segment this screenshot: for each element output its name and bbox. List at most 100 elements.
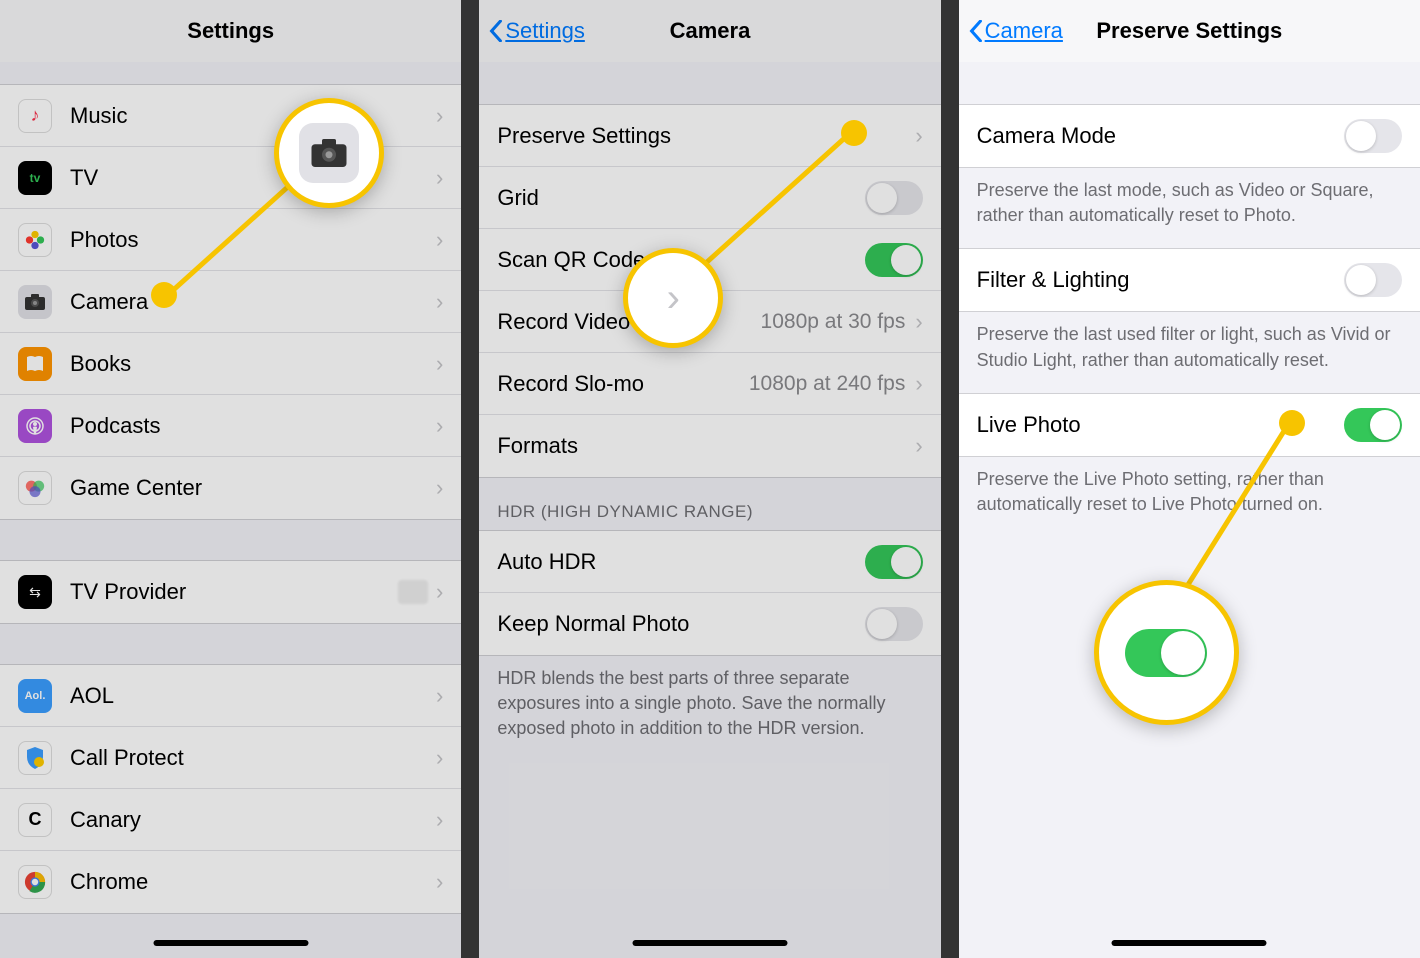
- camera-mode-toggle[interactable]: [1344, 119, 1402, 153]
- chevron-right-icon: ›: [436, 745, 443, 771]
- chevron-left-icon: [489, 20, 503, 42]
- section-header-hdr: HDR (HIGH DYNAMIC RANGE): [479, 478, 940, 530]
- label: Books: [70, 351, 436, 377]
- camera-icon: [25, 294, 45, 310]
- settings-item-music[interactable]: ♪ Music ›: [0, 85, 461, 147]
- callout-dot: [151, 282, 177, 308]
- settings-item-tvprovider[interactable]: ⇆ TV Provider ›: [0, 561, 461, 623]
- gamecenter-icon: [24, 477, 46, 499]
- chevron-right-icon: ›: [915, 433, 922, 459]
- label: Grid: [497, 185, 864, 211]
- home-indicator[interactable]: [1112, 940, 1267, 946]
- provider-value-redacted: [398, 580, 428, 604]
- live-photo-toggle[interactable]: [1344, 408, 1402, 442]
- grid-toggle[interactable]: [865, 181, 923, 215]
- label: Filter & Lighting: [977, 267, 1344, 293]
- preserve-settings-screen: Camera Preserve Settings Camera Mode Pre…: [959, 0, 1420, 958]
- row-grid[interactable]: Grid: [479, 167, 940, 229]
- chevron-right-icon: ›: [436, 289, 443, 315]
- row-formats[interactable]: Formats ›: [479, 415, 940, 477]
- camera-icon: [311, 139, 347, 167]
- settings-item-callprotect[interactable]: Call Protect ›: [0, 727, 461, 789]
- label: Music: [70, 103, 436, 129]
- chevron-right-icon: ›: [915, 371, 922, 397]
- podcast-icon: [25, 416, 45, 436]
- label: Auto HDR: [497, 549, 864, 575]
- label: Chrome: [70, 869, 436, 895]
- settings-item-podcasts[interactable]: Podcasts ›: [0, 395, 461, 457]
- back-label: Camera: [985, 18, 1063, 44]
- chevron-right-icon: ›: [436, 475, 443, 501]
- book-icon: [25, 354, 45, 374]
- label: Camera Mode: [977, 123, 1344, 149]
- navbar: Settings Camera: [479, 0, 940, 62]
- label: Camera: [70, 289, 436, 315]
- home-indicator[interactable]: [153, 940, 308, 946]
- label: Podcasts: [70, 413, 436, 439]
- label: Formats: [497, 433, 915, 459]
- chevron-right-icon: ›: [436, 351, 443, 377]
- keep-normal-toggle[interactable]: [865, 607, 923, 641]
- back-label: Settings: [505, 18, 585, 44]
- scan-qr-toggle[interactable]: [865, 243, 923, 277]
- callout-chevron: ›: [623, 248, 723, 348]
- filter-lighting-desc: Preserve the last used filter or light, …: [959, 312, 1420, 392]
- row-preserve-settings[interactable]: Preserve Settings ›: [479, 105, 940, 167]
- live-photo-desc: Preserve the Live Photo setting, rather …: [959, 457, 1420, 537]
- back-button[interactable]: Settings: [489, 18, 585, 44]
- row-keep-normal[interactable]: Keep Normal Photo: [479, 593, 940, 655]
- chevron-right-icon: ›: [436, 413, 443, 439]
- chevron-right-icon: ›: [436, 103, 443, 129]
- settings-item-gamecenter[interactable]: Game Center ›: [0, 457, 461, 519]
- callout-camera-icon: [274, 98, 384, 208]
- chevron-right-icon: ›: [436, 165, 443, 191]
- chevron-right-icon: ›: [915, 309, 922, 335]
- chrome-icon: [24, 871, 46, 893]
- row-auto-hdr[interactable]: Auto HDR: [479, 531, 940, 593]
- camera-settings-screen: Settings Camera Preserve Settings › Grid…: [479, 0, 940, 958]
- label: Game Center: [70, 475, 436, 501]
- back-button[interactable]: Camera: [969, 18, 1063, 44]
- label: Record Slo-mo: [497, 371, 749, 397]
- callout-toggle: [1094, 580, 1239, 725]
- row-filter-lighting[interactable]: Filter & Lighting: [959, 249, 1420, 311]
- detail-value: 1080p at 240 fps: [749, 372, 905, 396]
- settings-item-books[interactable]: Books ›: [0, 333, 461, 395]
- row-live-photo[interactable]: Live Photo: [959, 394, 1420, 456]
- label: Keep Normal Photo: [497, 611, 864, 637]
- row-camera-mode[interactable]: Camera Mode: [959, 105, 1420, 167]
- home-indicator[interactable]: [632, 940, 787, 946]
- callout-dot: [1279, 410, 1305, 436]
- settings-screen: Settings ♪ Music › tv TV › Photos › Came…: [0, 0, 461, 958]
- hdr-footer-text: HDR blends the best parts of three separ…: [479, 656, 940, 762]
- settings-item-aol[interactable]: Aol. AOL ›: [0, 665, 461, 727]
- navbar: Camera Preserve Settings: [959, 0, 1420, 62]
- auto-hdr-toggle[interactable]: [865, 545, 923, 579]
- photos-icon: [24, 229, 46, 251]
- filter-lighting-toggle[interactable]: [1344, 263, 1402, 297]
- label: AOL: [70, 683, 436, 709]
- label: TV Provider: [70, 579, 398, 605]
- chevron-right-icon: ›: [436, 683, 443, 709]
- chevron-left-icon: [969, 20, 983, 42]
- chevron-right-icon: ›: [915, 123, 922, 149]
- page-title: Preserve Settings: [1096, 18, 1282, 44]
- label: Photos: [70, 227, 436, 253]
- camera-mode-desc: Preserve the last mode, such as Video or…: [959, 168, 1420, 248]
- row-record-slomo[interactable]: Record Slo-mo 1080p at 240 fps ›: [479, 353, 940, 415]
- settings-item-chrome[interactable]: Chrome ›: [0, 851, 461, 913]
- chevron-right-icon: ›: [436, 579, 443, 605]
- settings-item-tv[interactable]: tv TV ›: [0, 147, 461, 209]
- detail-value: 1080p at 30 fps: [761, 310, 906, 334]
- chevron-right-icon: ›: [436, 227, 443, 253]
- settings-item-camera[interactable]: Camera ›: [0, 271, 461, 333]
- chevron-right-icon: ›: [436, 807, 443, 833]
- label: Canary: [70, 807, 436, 833]
- chevron-right-icon: ›: [436, 869, 443, 895]
- page-title: Settings: [187, 18, 274, 44]
- navbar: Settings: [0, 0, 461, 62]
- label: Call Protect: [70, 745, 436, 771]
- settings-item-canary[interactable]: C Canary ›: [0, 789, 461, 851]
- shield-icon: [25, 747, 45, 769]
- page-title: Camera: [670, 18, 751, 44]
